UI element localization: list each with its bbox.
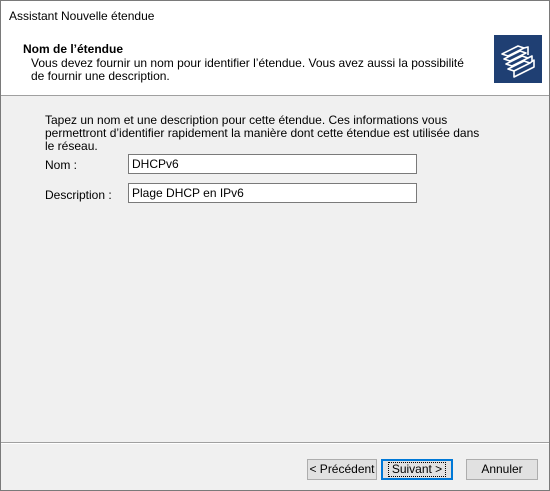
- next-button[interactable]: Suivant >: [381, 459, 453, 480]
- window-title: Assistant Nouvelle étendue: [9, 9, 155, 23]
- footer-separator: [1, 442, 549, 444]
- cancel-button[interactable]: Annuler: [466, 459, 538, 480]
- next-button-label: Suivant >: [387, 462, 447, 477]
- folders-icon: [494, 35, 542, 83]
- title-bar[interactable]: Assistant Nouvelle étendue: [1, 1, 549, 32]
- previous-button[interactable]: < Précédent: [307, 459, 377, 480]
- description-input[interactable]: [128, 183, 417, 203]
- wizard-header: Nom de l’étendue Vous devez fournir un n…: [1, 32, 549, 96]
- description-label: Description :: [45, 188, 112, 202]
- name-input[interactable]: [128, 154, 417, 174]
- page-title: Nom de l’étendue: [23, 42, 124, 56]
- name-label: Nom :: [45, 158, 78, 172]
- wizard-window: Assistant Nouvelle étendue Nom de l’éten…: [0, 0, 550, 491]
- page-description: Vous devez fournir un nom pour identifie…: [31, 56, 464, 83]
- intro-text: Tapez un nom et une description pour cet…: [45, 113, 480, 153]
- wizard-content: Tapez un nom et une description pour cet…: [1, 96, 549, 441]
